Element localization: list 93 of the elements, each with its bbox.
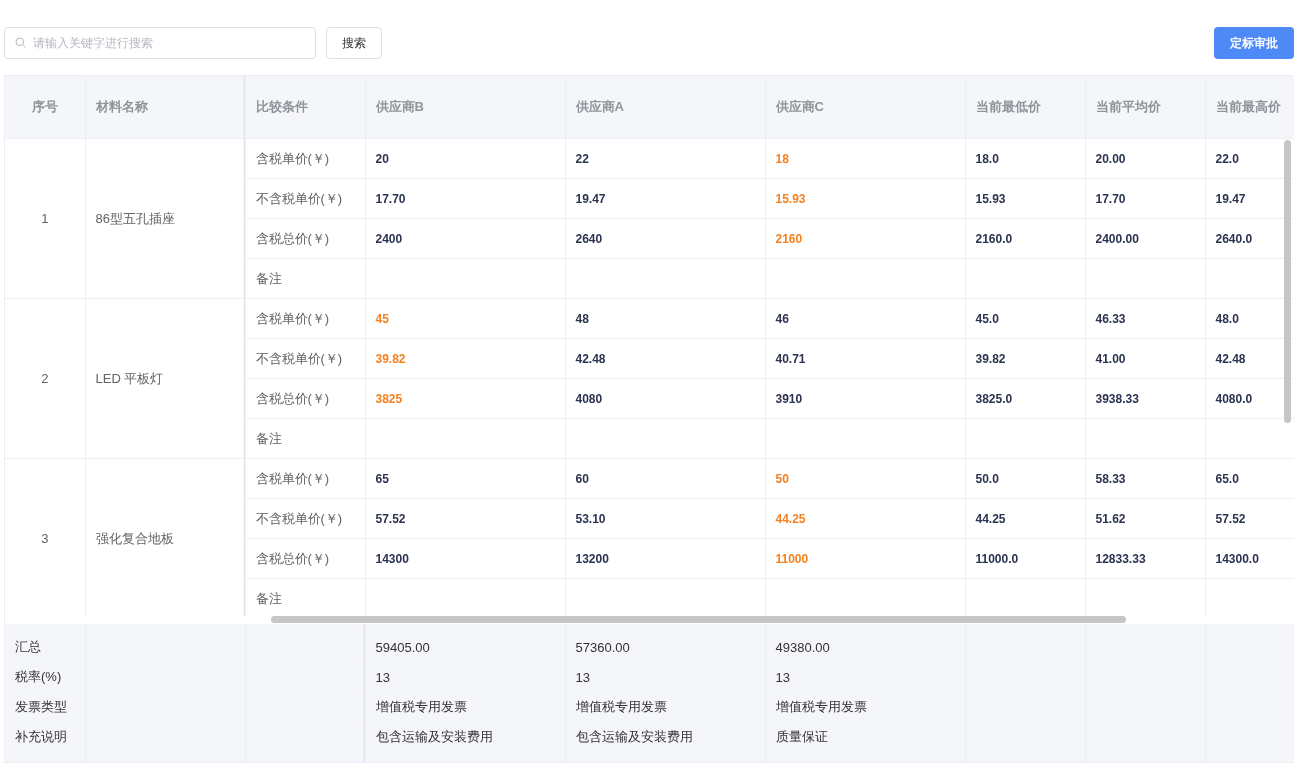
summary-cell: 13 — [565, 662, 765, 692]
column-header: 序号 — [5, 76, 85, 139]
price-cell: 45.0 — [965, 298, 1085, 339]
price-cell: 65 — [365, 458, 565, 499]
price-cell: 44.25 — [965, 498, 1085, 539]
price-cell: 14300.0 — [1205, 538, 1294, 579]
price-cell: 57.52 — [365, 498, 565, 539]
price-cell: 39.82 — [365, 338, 565, 379]
column-header: 供应商A — [565, 76, 765, 139]
price-cell: 58.33 — [1085, 458, 1205, 499]
price-cell: 2160.0 — [965, 218, 1085, 259]
price-cell: 41.00 — [1085, 338, 1205, 379]
price-cell: 48 — [565, 298, 765, 339]
column-header: 比较条件 — [245, 76, 365, 139]
condition-label-cell: 含税总价(￥) — [245, 218, 365, 259]
price-cell: 17.70 — [365, 178, 565, 219]
condition-label-cell: 含税总价(￥) — [245, 378, 365, 419]
price-cell: 17.70 — [1085, 178, 1205, 219]
summary-cell: 包含运输及安装费用 — [565, 722, 765, 762]
price-cell: 3825 — [365, 378, 565, 419]
summary-cell: 增值税专用发票 — [565, 692, 765, 722]
price-cell: 60 — [565, 458, 765, 499]
row-index-cell: 1 — [5, 139, 85, 299]
price-cell: 13200 — [565, 538, 765, 579]
condition-label-cell: 含税单价(￥) — [245, 139, 365, 179]
horizontal-scrollbar-thumb[interactable] — [271, 616, 1126, 623]
price-cell: 53.10 — [565, 498, 765, 539]
condition-label-cell: 不含税单价(￥) — [245, 338, 365, 379]
price-cell: 2400 — [365, 218, 565, 259]
price-cell: 2640 — [565, 218, 765, 259]
summary-cell: 增值税专用发票 — [765, 692, 965, 722]
price-cell: 15.93 — [965, 178, 1085, 219]
condition-label-cell: 备注 — [245, 258, 365, 299]
vertical-scrollbar-thumb[interactable] — [1284, 140, 1291, 423]
price-cell: 65.0 — [1205, 458, 1294, 499]
price-cell: 20.00 — [1085, 139, 1205, 179]
search-button[interactable]: 搜索 — [326, 27, 382, 59]
price-cell: 12833.33 — [1085, 538, 1205, 579]
summary-cell: 57360.00 — [565, 624, 765, 662]
price-cell: 4080 — [565, 378, 765, 419]
summary-cell: 增值税专用发票 — [365, 692, 565, 722]
summary-cell: 13 — [365, 662, 565, 692]
price-cell: 14300 — [365, 538, 565, 579]
price-cell: 46 — [765, 298, 965, 339]
price-cell: 44.25 — [765, 498, 965, 539]
condition-label-cell: 含税单价(￥) — [245, 458, 365, 499]
condition-label-cell: 含税单价(￥) — [245, 298, 365, 339]
price-cell: 3825.0 — [965, 378, 1085, 419]
material-name-cell: LED 平板灯 — [85, 298, 245, 459]
row-index-cell: 2 — [5, 298, 85, 459]
summary-cell: 质量保证 — [765, 722, 965, 762]
price-cell: 3910 — [765, 378, 965, 419]
price-cell: 51.62 — [1085, 498, 1205, 539]
price-cell: 22 — [565, 139, 765, 179]
price-cell: 2400.00 — [1085, 218, 1205, 259]
column-header: 供应商C — [765, 76, 965, 139]
column-header: 材料名称 — [85, 76, 245, 139]
summary-label-cell: 汇总 — [5, 624, 85, 662]
condition-label-cell: 备注 — [245, 418, 365, 459]
summary-cell: 13 — [765, 662, 965, 692]
condition-label-cell: 不含税单价(￥) — [245, 498, 365, 539]
price-cell: 39.82 — [965, 338, 1085, 379]
summary-cell: 59405.00 — [365, 624, 565, 662]
summary-label-cell: 发票类型 — [5, 692, 85, 722]
price-cell: 2160 — [765, 218, 965, 259]
price-cell: 42.48 — [565, 338, 765, 379]
summary-cell: 49380.00 — [765, 624, 965, 662]
price-cell: 3938.33 — [1085, 378, 1205, 419]
price-cell: 11000.0 — [965, 538, 1085, 579]
column-header: 当前最低价 — [965, 76, 1085, 139]
column-header: 当前最高价 — [1205, 76, 1294, 139]
search-field[interactable]: 请输入关键字进行搜索 — [4, 27, 316, 59]
condition-label-cell: 含税总价(￥) — [245, 538, 365, 579]
column-header: 当前平均价 — [1085, 76, 1205, 139]
summary-label-cell: 补充说明 — [5, 722, 85, 762]
material-name-cell: 86型五孔插座 — [85, 139, 245, 299]
search-icon — [15, 37, 26, 48]
price-cell: 18.0 — [965, 139, 1085, 179]
price-cell: 45 — [365, 298, 565, 339]
column-header: 供应商B — [365, 76, 565, 139]
price-cell: 50 — [765, 458, 965, 499]
price-cell: 19.47 — [565, 178, 765, 219]
summary-cell: 包含运输及安装费用 — [365, 722, 565, 762]
condition-label-cell: 不含税单价(￥) — [245, 178, 365, 219]
price-cell: 18 — [765, 139, 965, 179]
price-cell: 11000 — [765, 538, 965, 579]
price-cell: 46.33 — [1085, 298, 1205, 339]
price-cell: 20 — [365, 139, 565, 179]
price-cell: 57.52 — [1205, 498, 1294, 539]
summary-label-cell: 税率(%) — [5, 662, 85, 692]
price-cell: 50.0 — [965, 458, 1085, 499]
price-cell: 15.93 — [765, 178, 965, 219]
price-cell: 40.71 — [765, 338, 965, 379]
